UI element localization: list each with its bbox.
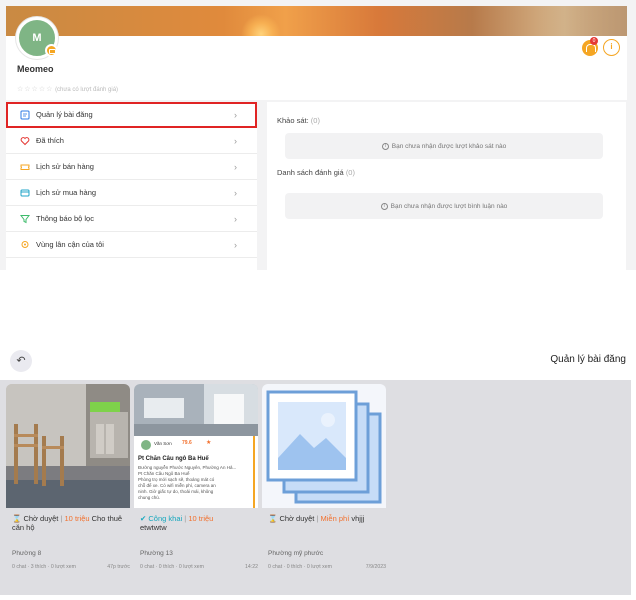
- post-card[interactable]: ⌛ Chờ duyệt | Miễn phí vhjjj Phường mỹ p…: [262, 384, 386, 575]
- post-status-text: Công khai: [148, 514, 183, 523]
- manage-posts-page: ↶ Quản lý bài đăng ⌛ Chờ duyệt | 10 triệ…: [0, 345, 636, 600]
- avatar-initial: M: [32, 32, 42, 44]
- post-status: ✔ Công khai | 10 triệu etwtwtw: [140, 514, 214, 532]
- post-price: Miễn phí: [320, 514, 350, 523]
- post-meta: 0 chat · 0 thích · 0 lượt xem 14:22: [140, 564, 258, 570]
- rating: ☆☆☆☆☆ (chưa có lượt đánh giá): [17, 85, 118, 93]
- profile-menu: Quản lý bài đăng › Đã thích › Lịch sử bá…: [6, 102, 257, 270]
- post-thumbnail-flyer: Văn Sơn 79.6 ★ Pt Chăn Câu ngô Ba Huế Đư…: [134, 384, 258, 508]
- card-icon: [20, 188, 30, 198]
- survey-section-title: Khảo sát: (0): [277, 116, 320, 125]
- reviews-empty-text: Bạn chưa nhận được lượt bình luận nào: [390, 202, 508, 210]
- info-icon: i: [380, 202, 388, 210]
- menu-item-sales-history[interactable]: Lịch sử bán hàng ›: [6, 154, 257, 180]
- hourglass-icon: ⌛: [12, 514, 22, 523]
- menu-item-label: Thông báo bộ lọc: [36, 214, 94, 223]
- post-thumbnail-placeholder: [262, 384, 386, 508]
- post-stats: 0 chat · 0 thích · 0 lượt xem: [268, 564, 332, 570]
- menu-item-label: Quản lý bài đăng: [36, 110, 93, 119]
- heart-icon: [20, 136, 30, 146]
- menu-item-manage-posts[interactable]: Quản lý bài đăng ›: [6, 102, 257, 128]
- post-status: ⌛ Chờ duyệt | 10 triệu Cho thuê căn hộ: [12, 514, 123, 532]
- post-icon: [20, 110, 30, 120]
- post-time: 14:22: [245, 564, 258, 570]
- menu-item-label: Vùng lân cận của tôi: [36, 240, 104, 249]
- reviews-section-title: Danh sách đánh giá (0): [277, 168, 355, 177]
- post-meta: 0 chat · 0 thích · 0 lượt xem 7/9/2023: [268, 564, 386, 570]
- chevron-right-icon: ›: [234, 135, 237, 146]
- post-price: 10 triệu: [64, 514, 90, 523]
- post-title: etwtwtw: [140, 523, 167, 532]
- reviews-count: (0): [345, 168, 355, 177]
- menu-item-liked[interactable]: Đã thích ›: [6, 128, 257, 154]
- post-status: ⌛ Chờ duyệt | Miễn phí vhjjj: [268, 514, 365, 523]
- star-icon: ★: [206, 440, 212, 446]
- post-status-text: Chờ duyệt: [23, 514, 59, 523]
- page-title: Quản lý bài đăng: [550, 354, 626, 365]
- check-circle-icon: ✔: [140, 514, 147, 523]
- cover-shade: [537, 6, 627, 36]
- image-placeholder-icon: [262, 384, 386, 508]
- post-time: 7/9/2023: [365, 564, 386, 570]
- cover-glow: [241, 14, 281, 36]
- menu-item-label: Đã thích: [36, 136, 64, 145]
- flyer-description: Đường nguyễn Phước Nguyên, Phường An Hả.…: [138, 465, 252, 501]
- avatar-edit-badge-icon[interactable]: [45, 44, 58, 57]
- info-icon: i: [381, 142, 389, 150]
- location-icon: [20, 240, 30, 250]
- post-card[interactable]: ⌛ Chờ duyệt | 10 triệu Cho thuê căn hộ P…: [6, 384, 130, 575]
- post-ward: Phường 8: [12, 550, 42, 557]
- post-time: 47p trước: [107, 564, 130, 570]
- post-thumbnail-apartment: [6, 384, 130, 508]
- chevron-right-icon: ›: [234, 161, 237, 172]
- chevron-right-icon: ›: [234, 187, 237, 198]
- menu-item-label: Lịch sử mua hàng: [36, 188, 97, 197]
- menu-item-my-neighborhood[interactable]: Vùng lân cận của tôi ›: [6, 232, 257, 258]
- post-stats: 0 chat · 3 thích · 0 lượt xem: [12, 564, 76, 570]
- ticket-icon: [20, 162, 30, 172]
- back-button[interactable]: ↶: [10, 350, 32, 372]
- profile-right-pane: Khảo sát: (0) i Bạn chưa nhận được lượt …: [267, 102, 626, 270]
- rating-stars-icon: ☆☆☆☆☆: [17, 86, 54, 93]
- reviews-empty-state: i Bạn chưa nhận được lượt bình luận nào: [285, 193, 603, 219]
- notification-count-badge: 0: [590, 37, 598, 45]
- post-card[interactable]: Văn Sơn 79.6 ★ Pt Chăn Câu ngô Ba Huế Đư…: [134, 384, 258, 575]
- post-ward: Phường mỹ phước: [268, 550, 324, 557]
- reviews-title: Danh sách đánh giá: [277, 168, 344, 177]
- info-button[interactable]: i: [603, 39, 620, 56]
- filter-icon: [20, 214, 30, 224]
- chevron-right-icon: ›: [234, 109, 237, 120]
- manage-posts-header: ↶ Quản lý bài đăng: [0, 345, 636, 380]
- post-status-text: Chờ duyệt: [279, 514, 315, 523]
- chevron-right-icon: ›: [234, 213, 237, 224]
- rating-text: (chưa có lượt đánh giá): [55, 87, 119, 93]
- post-price: 10 triệu: [188, 514, 214, 523]
- menu-item-label: Lịch sử bán hàng: [36, 162, 94, 171]
- chevron-right-icon: ›: [234, 239, 237, 250]
- profile-page: M Meomeo ☆☆☆☆☆ (chưa có lượt đánh giá) 0…: [0, 0, 636, 270]
- post-meta: 0 chat · 3 thích · 0 lượt xem 47p trước: [12, 564, 130, 570]
- flyer-author: Văn Sơn: [154, 441, 172, 446]
- menu-item-purchase-history[interactable]: Lịch sử mua hàng ›: [6, 180, 257, 206]
- flyer-line: chung chủ.: [138, 495, 161, 500]
- flyer-price: 79.6: [182, 440, 192, 446]
- menu-item-filter-notifications[interactable]: Thông báo bộ lọc ›: [6, 206, 257, 232]
- username: Meomeo: [17, 64, 54, 74]
- profile-cover-image: [6, 6, 627, 36]
- survey-empty-state: i Bạn chưa nhận được lượt khảo sát nào: [285, 133, 603, 159]
- post-ward: Phường 13: [140, 550, 173, 557]
- post-title: vhjjj: [351, 514, 365, 523]
- survey-title: Khảo sát:: [277, 116, 309, 125]
- survey-empty-text: Bạn chưa nhận được lượt khảo sát nào: [391, 142, 507, 150]
- survey-count: (0): [310, 116, 320, 125]
- post-stats: 0 chat · 0 thích · 0 lượt xem: [140, 564, 204, 570]
- hourglass-icon: ⌛: [268, 514, 278, 523]
- flyer-name: Pt Chăn Câu ngô Ba Huế: [138, 456, 209, 462]
